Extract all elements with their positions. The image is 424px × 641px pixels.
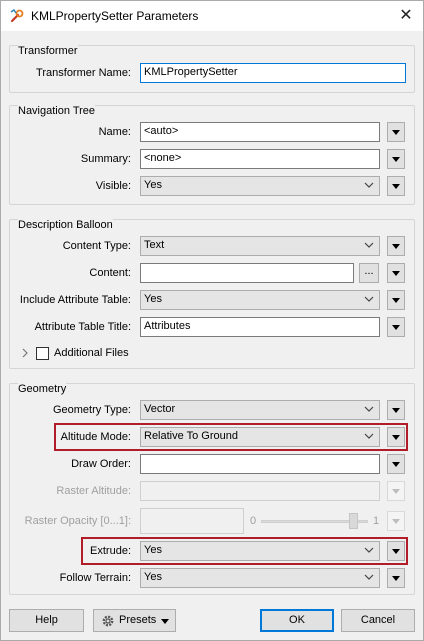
raster-altitude-field[interactable] [140, 481, 380, 501]
chevron-down-icon [392, 576, 400, 581]
presets-label: Presets [119, 614, 157, 626]
gear-icon [102, 615, 114, 627]
transformer-name-label: Transformer Name: [36, 67, 131, 79]
presets-button[interactable]: Presets [93, 609, 176, 632]
draw-order-label: Draw Order: [71, 458, 131, 470]
raster-opacity-slider[interactable] [261, 513, 368, 529]
follow-terrain-value: Yes [144, 571, 162, 583]
follow-terrain-select[interactable]: Yes [140, 568, 380, 588]
geometry-type-label: Geometry Type: [52, 404, 131, 416]
altitude-mode-label: Altitude Mode: [60, 431, 131, 443]
chevron-down-icon [364, 547, 374, 553]
raster-altitude-menu-button[interactable] [387, 481, 405, 501]
close-icon[interactable]: ✕ [395, 5, 417, 27]
include-attribute-table-value: Yes [144, 293, 162, 305]
chevron-down-icon [392, 271, 400, 276]
title-bar: KMLPropertySetter Parameters ✕ [1, 1, 423, 31]
raster-opacity-field[interactable] [140, 508, 244, 534]
content-type-label: Content Type: [62, 240, 131, 252]
additional-files-checkbox[interactable] [36, 347, 49, 360]
content-menu-button[interactable] [387, 263, 405, 283]
content-label: Content: [89, 267, 131, 279]
additional-files-label: Additional Files [54, 347, 129, 359]
chevron-down-icon [392, 519, 400, 524]
chevron-down-icon [364, 296, 374, 302]
visible-menu-button[interactable] [387, 176, 405, 196]
chevron-down-icon [392, 130, 400, 135]
include-attribute-table-menu-button[interactable] [387, 290, 405, 310]
content-type-menu-button[interactable] [387, 236, 405, 256]
chevron-down-icon [392, 489, 400, 494]
chevron-down-icon [392, 549, 400, 554]
extrude-value: Yes [144, 544, 162, 556]
content-type-select[interactable]: Text [140, 236, 380, 256]
extrude-select[interactable]: Yes [140, 541, 380, 561]
summary-menu-button[interactable] [387, 149, 405, 169]
content-field[interactable] [140, 263, 354, 283]
nav-name-menu-button[interactable] [387, 122, 405, 142]
transformer-name-field[interactable]: KMLPropertySetter [140, 63, 406, 83]
raster-opacity-slider-thumb[interactable] [349, 513, 358, 529]
extrude-menu-button[interactable] [387, 541, 405, 561]
raster-altitude-label: Raster Altitude: [56, 485, 131, 497]
navigation-tree-legend: Navigation Tree [18, 105, 96, 117]
altitude-mode-menu-button[interactable] [387, 427, 405, 447]
raster-opacity-min-label: 0 [250, 515, 257, 527]
visible-select[interactable]: Yes [140, 176, 380, 196]
help-button[interactable]: Help [9, 609, 84, 632]
chevron-down-icon [161, 619, 169, 624]
window-title: KMLPropertySetter Parameters [31, 9, 199, 23]
chevron-down-icon [392, 157, 400, 162]
summary-field[interactable]: <none> [140, 149, 380, 169]
chevron-down-icon [392, 244, 400, 249]
chevron-down-icon [392, 462, 400, 467]
ok-button[interactable]: OK [260, 609, 334, 632]
content-ellipsis-button[interactable]: ... [359, 263, 379, 283]
transformer-legend: Transformer [18, 45, 78, 57]
chevron-down-icon [364, 574, 374, 580]
raster-opacity-menu-button[interactable] [387, 511, 405, 531]
nav-name-label: Name: [98, 126, 131, 138]
draw-order-menu-button[interactable] [387, 454, 405, 474]
visible-value: Yes [144, 179, 162, 191]
include-attribute-table-select[interactable]: Yes [140, 290, 380, 310]
chevron-down-icon [392, 435, 400, 440]
draw-order-field[interactable] [140, 454, 380, 474]
attribute-table-title-label: Attribute Table Title: [34, 321, 131, 333]
raster-opacity-max-label: 1 [373, 515, 380, 527]
attribute-table-title-field[interactable]: Attributes [140, 317, 380, 337]
raster-opacity-label: Raster Opacity [0...1]: [24, 515, 131, 527]
description-balloon-legend: Description Balloon [18, 219, 113, 231]
chevron-down-icon [364, 433, 374, 439]
content-type-value: Text [144, 239, 165, 251]
chevron-down-icon [364, 182, 374, 188]
chevron-down-icon [392, 184, 400, 189]
include-attribute-table-label: Include Attribute Table: [19, 294, 131, 306]
chevron-down-icon [364, 406, 374, 412]
cancel-button[interactable]: Cancel [341, 609, 415, 632]
dialog-window: KMLPropertySetter Parameters ✕ Transform… [0, 0, 424, 641]
summary-label: Summary: [80, 153, 131, 165]
altitude-mode-select[interactable]: Relative To Ground [140, 427, 380, 447]
visible-label: Visible: [95, 180, 131, 192]
attribute-table-title-menu-button[interactable] [387, 317, 405, 337]
geometry-legend: Geometry [18, 383, 67, 395]
nav-name-field[interactable]: <auto> [140, 122, 380, 142]
geometry-type-select[interactable]: Vector [140, 400, 380, 420]
geometry-type-menu-button[interactable] [387, 400, 405, 420]
chevron-down-icon [392, 408, 400, 413]
altitude-mode-value: Relative To Ground [144, 430, 238, 442]
follow-terrain-label: Follow Terrain: [59, 572, 131, 584]
extrude-label: Extrude: [90, 545, 131, 557]
geometry-type-value: Vector [144, 403, 176, 415]
chevron-right-icon[interactable] [21, 348, 29, 358]
transformer-wrench-icon [10, 9, 24, 23]
follow-terrain-menu-button[interactable] [387, 568, 405, 588]
chevron-down-icon [392, 325, 400, 330]
chevron-down-icon [392, 298, 400, 303]
chevron-down-icon [364, 242, 374, 248]
